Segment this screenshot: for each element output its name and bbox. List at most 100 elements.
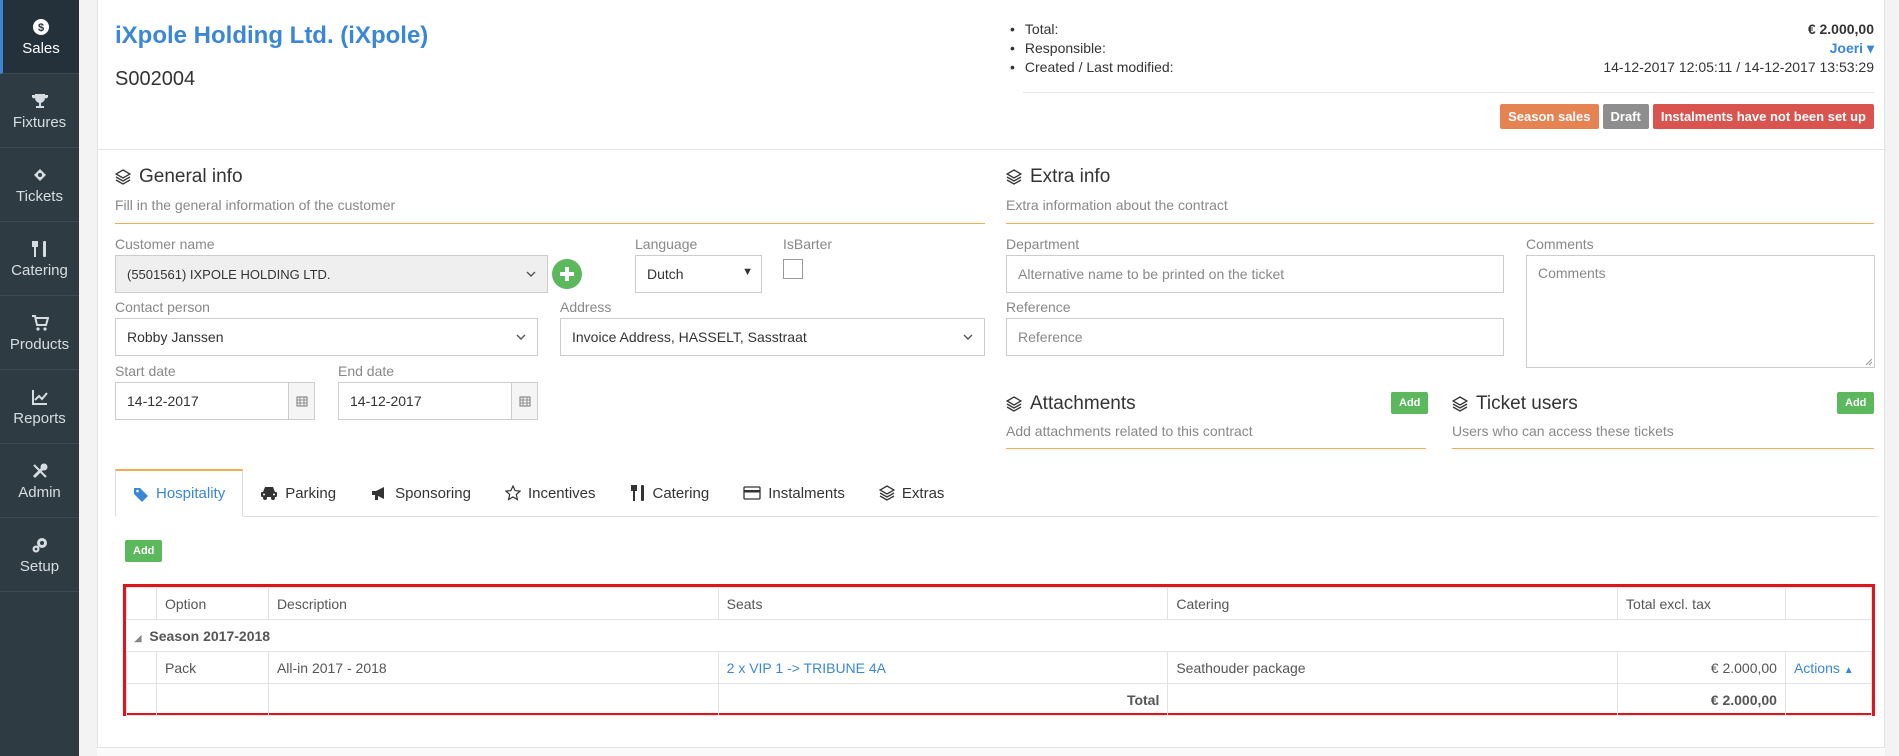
layers-icon	[878, 485, 895, 501]
caret-up-icon: ▲	[1843, 664, 1854, 676]
section-title-text: General info	[139, 166, 243, 187]
sidebar-item-products[interactable]: Products	[0, 296, 79, 370]
sidebar-item-setup[interactable]: Setup	[0, 518, 79, 592]
extra-info-subtitle: Extra information about the contract	[1006, 197, 1228, 213]
department-input[interactable]: Alternative name to be printed on the ti…	[1006, 255, 1504, 293]
layers-icon	[1452, 396, 1468, 412]
ticket-users-title: Ticket users	[1452, 393, 1578, 415]
add-ticket-user-button[interactable]: Add	[1837, 392, 1875, 414]
table-row: Pack All-in 2017 - 2018 2 x VIP 1 -> TRI…	[126, 651, 1873, 684]
cart-icon	[29, 312, 51, 334]
start-date-input[interactable]: 14-12-2017	[115, 382, 315, 420]
reference-placeholder: Reference	[1018, 329, 1083, 345]
megaphone-icon	[372, 487, 385, 500]
empty-cell	[1167, 683, 1619, 716]
tab-extras[interactable]: Extras	[862, 469, 962, 517]
chevron-down-icon	[516, 334, 526, 340]
tab-incentives[interactable]: Incentives	[488, 469, 613, 517]
sidebar-item-reports[interactable]: Reports	[0, 370, 79, 444]
actions-dropdown[interactable]: Actions ▲	[1784, 651, 1873, 684]
section-title-text: Ticket users	[1476, 393, 1578, 414]
column-header-option[interactable]: Option	[155, 587, 269, 620]
reference-input[interactable]: Reference	[1006, 318, 1504, 356]
tab-bar: Hospitality Parking Sponsoring Incentive…	[115, 469, 1878, 517]
column-header-total[interactable]: Total excl. tax	[1617, 587, 1786, 620]
tab-parking[interactable]: Parking	[243, 469, 353, 517]
order-header: iXpole Holding Ltd. (iXpole) S002004 Tot…	[98, 0, 1886, 150]
comments-placeholder: Comments	[1538, 265, 1606, 281]
cutlery-icon	[630, 485, 644, 501]
column-header-seats[interactable]: Seats	[717, 587, 1169, 620]
language-label: Language	[635, 236, 698, 252]
address-select[interactable]: Invoice Address, HASSELT, Sasstraat	[560, 318, 985, 356]
group-row[interactable]: ◢ Season 2017-2018	[126, 619, 1872, 652]
responsible-value: Joeri	[1829, 40, 1864, 56]
divider	[1023, 92, 1874, 93]
tools-icon	[29, 460, 51, 482]
group-label: Season 2017-2018	[149, 627, 271, 644]
calendar-icon[interactable]	[288, 383, 314, 419]
responsible-dropdown[interactable]: Joeri ▾	[1830, 39, 1874, 58]
tab-label: Hospitality	[156, 485, 226, 502]
column-header-description[interactable]: Description	[267, 587, 719, 620]
chevron-down-icon	[526, 271, 536, 277]
sidebar-item-admin[interactable]: Admin	[0, 444, 79, 518]
isbarter-label: IsBarter	[783, 236, 833, 252]
sidebar-item-sales[interactable]: $ Sales	[0, 0, 79, 74]
layers-icon	[115, 169, 131, 185]
status-badge: Season sales	[1500, 104, 1599, 129]
ticket-users-subtitle: Users who can access these tickets	[1452, 423, 1674, 439]
calendar-icon[interactable]	[511, 383, 537, 419]
resize-handle-icon[interactable]	[1864, 357, 1872, 365]
comments-label: Comments	[1526, 236, 1594, 252]
tab-catering[interactable]: Catering	[613, 469, 727, 517]
add-attachment-button[interactable]: Add	[1391, 392, 1429, 414]
hospitality-table: Option Description Seats Catering Total …	[123, 584, 1875, 716]
sidebar-item-label: Fixtures	[12, 114, 67, 131]
start-date-label: Start date	[115, 363, 176, 379]
seats-link[interactable]: 2 x VIP 1 -> TRIBUNE 4A	[717, 651, 1169, 684]
section-divider	[115, 223, 985, 224]
sidebar-item-tickets[interactable]: Tickets	[0, 148, 79, 222]
language-select[interactable]: Dutch ▼	[635, 255, 762, 293]
total-value: € 2.000,00	[1807, 21, 1874, 37]
isbarter-checkbox[interactable]	[783, 259, 803, 279]
sidebar-item-label: Admin	[18, 484, 61, 501]
credit-card-icon	[743, 486, 761, 500]
tag-icon	[134, 487, 148, 502]
customer-name-select[interactable]: (5501561) IXPOLE HOLDING LTD.	[115, 255, 548, 293]
add-customer-button[interactable]	[552, 259, 582, 289]
add-hospitality-button[interactable]: Add	[125, 540, 163, 562]
sidebar-item-label: Sales	[22, 40, 60, 57]
tab-instalments[interactable]: Instalments	[726, 469, 862, 517]
tab-hospitality[interactable]: Hospitality	[115, 469, 244, 517]
extra-info-title: Extra info	[1006, 166, 1110, 188]
general-info-subtitle: Fill in the general information of the c…	[115, 197, 396, 213]
total-label: Total:	[1010, 20, 1058, 39]
sidebar-item-label: Tickets	[16, 188, 63, 205]
dollar-icon: $	[30, 16, 52, 38]
empty-cell	[267, 683, 719, 716]
comments-textarea[interactable]: Comments	[1526, 255, 1875, 368]
end-date-input[interactable]: 14-12-2017	[338, 382, 538, 420]
tab-label: Catering	[652, 484, 710, 502]
empty-cell	[155, 683, 269, 716]
address-label: Address	[560, 299, 612, 315]
section-divider	[1006, 223, 1874, 224]
section-divider	[1006, 448, 1426, 449]
address-value: Invoice Address, HASSELT, Sasstraat	[572, 329, 807, 345]
column-header-catering[interactable]: Catering	[1167, 587, 1619, 620]
reference-label: Reference	[1006, 299, 1071, 315]
sidebar-item-catering[interactable]: Catering	[0, 222, 79, 296]
contact-person-select[interactable]: Robby Janssen	[115, 318, 538, 356]
attachments-title: Attachments	[1006, 393, 1136, 415]
tab-label: Instalments	[768, 484, 845, 502]
collapse-triangle-icon[interactable]: ◢	[135, 633, 142, 643]
tab-sponsoring[interactable]: Sponsoring	[353, 469, 488, 517]
created-label: Created / Last modified:	[1010, 58, 1174, 77]
contact-person-label: Contact person	[115, 299, 210, 315]
sidebar-item-fixtures[interactable]: Fixtures	[0, 74, 79, 148]
start-date-value: 14-12-2017	[127, 393, 199, 409]
row-spacer-cell	[126, 651, 157, 684]
page-title[interactable]: iXpole Holding Ltd. (iXpole)	[115, 22, 428, 50]
